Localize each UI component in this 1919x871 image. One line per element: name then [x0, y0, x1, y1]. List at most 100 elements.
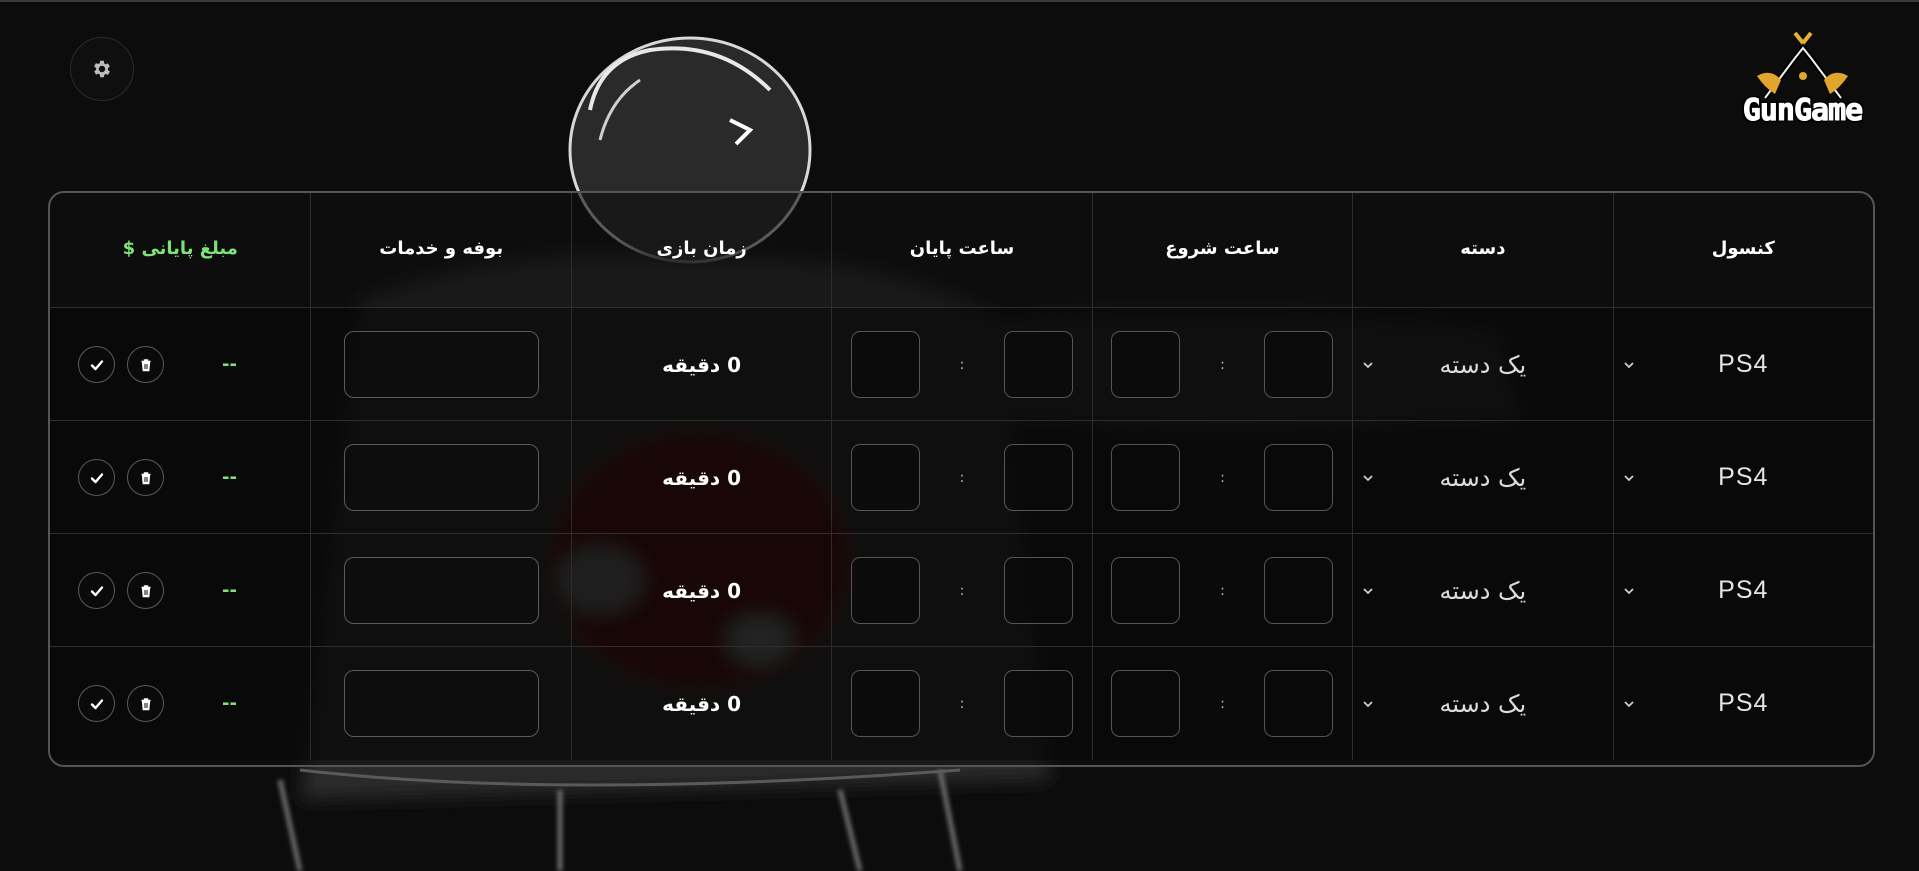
table-row: PS4 یک دسته : : 0 دقیقه --: [50, 420, 1873, 534]
header-console: کنسول: [1612, 193, 1873, 307]
row-actions: [78, 459, 165, 496]
final-amount-cell: --: [50, 647, 310, 760]
time-separator: :: [1220, 469, 1225, 486]
end-hour-input[interactable]: [1004, 670, 1074, 737]
play-time-value: 0 دقیقه: [662, 691, 742, 716]
trash-icon: [141, 584, 151, 597]
play-time-value: 0 دقیقه: [662, 465, 742, 490]
play-time-cell: 0 دقیقه: [570, 534, 831, 647]
end-hour-input[interactable]: [1004, 331, 1074, 398]
controller-select[interactable]: یک دسته: [1352, 534, 1612, 647]
services-cell: [310, 534, 570, 647]
confirm-button[interactable]: [78, 685, 116, 722]
chevron-down-icon: [1623, 587, 1634, 594]
services-input[interactable]: [343, 331, 539, 398]
trash-icon: [141, 358, 151, 371]
final-amount-cell: --: [50, 308, 310, 421]
services-input[interactable]: [343, 670, 539, 737]
delete-button[interactable]: [127, 685, 165, 722]
end-time-cell: :: [831, 308, 1091, 421]
end-minute-input[interactable]: [851, 557, 921, 624]
start-hour-input[interactable]: [1264, 444, 1334, 511]
console-select[interactable]: PS4: [1612, 308, 1873, 421]
chevron-down-icon: [1623, 474, 1634, 481]
delete-button[interactable]: [127, 459, 165, 496]
start-hour-input[interactable]: [1264, 557, 1334, 624]
play-time-value: 0 دقیقه: [662, 352, 742, 377]
header-final-amount: مبلغ پایانی $: [50, 193, 310, 307]
start-time-cell: :: [1091, 534, 1352, 647]
start-hour-input[interactable]: [1264, 670, 1334, 737]
chevron-down-icon: [1363, 474, 1373, 481]
row-actions: [78, 572, 165, 609]
services-input[interactable]: [343, 557, 539, 624]
console-value: PS4: [1718, 689, 1769, 717]
confirm-button[interactable]: [78, 346, 116, 383]
logo-text: GunGame: [1742, 93, 1863, 129]
time-separator: :: [959, 469, 965, 486]
start-minute-input[interactable]: [1111, 670, 1181, 737]
time-separator: :: [959, 582, 965, 599]
console-value: PS4: [1718, 350, 1769, 378]
play-time-cell: 0 دقیقه: [570, 647, 831, 760]
controller-select[interactable]: یک دسته: [1352, 647, 1612, 760]
end-minute-input[interactable]: [851, 444, 921, 511]
console-select[interactable]: PS4: [1612, 421, 1873, 534]
header-play-time: زمان بازی: [570, 193, 831, 307]
trash-icon: [141, 697, 151, 710]
end-hour-input[interactable]: [1004, 557, 1074, 624]
controller-value: یک دسته: [1439, 350, 1527, 379]
delete-button[interactable]: [127, 346, 165, 383]
check-icon: [90, 359, 104, 370]
header-controller: دسته: [1352, 193, 1612, 307]
end-hour-input[interactable]: [1004, 444, 1074, 511]
controller-value: یک دسته: [1439, 576, 1527, 605]
chevron-down-icon: [1623, 361, 1634, 368]
start-time-cell: :: [1091, 421, 1352, 534]
console-select[interactable]: PS4: [1612, 534, 1873, 647]
controller-select[interactable]: یک دسته: [1352, 308, 1612, 421]
confirm-button[interactable]: [78, 459, 116, 496]
console-select[interactable]: PS4: [1612, 647, 1873, 760]
confirm-button[interactable]: [78, 572, 116, 609]
check-icon: [90, 698, 104, 709]
chevron-down-icon: [1363, 587, 1373, 594]
console-value: PS4: [1718, 576, 1769, 604]
start-time-cell: :: [1091, 647, 1352, 760]
delete-button[interactable]: [127, 572, 165, 609]
header-end-time: ساعت پایان: [831, 193, 1091, 307]
start-hour-input[interactable]: [1264, 331, 1334, 398]
time-separator: :: [1220, 695, 1225, 712]
time-separator: :: [1220, 582, 1225, 599]
play-time-value: 0 دقیقه: [662, 578, 742, 603]
start-minute-input[interactable]: [1111, 444, 1181, 511]
final-amount-value: --: [221, 693, 237, 714]
time-separator: :: [1220, 356, 1225, 373]
final-amount-header-label: مبلغ پایانی $: [122, 238, 238, 259]
play-time-cell: 0 دقیقه: [570, 421, 831, 534]
controller-select[interactable]: یک دسته: [1352, 421, 1612, 534]
final-amount-cell: --: [50, 421, 310, 534]
table-header: کنسول دسته ساعت شروع ساعت پایان زمان باز…: [50, 193, 1873, 307]
settings-button[interactable]: [70, 37, 134, 101]
check-icon: [90, 585, 104, 596]
start-minute-input[interactable]: [1111, 331, 1181, 398]
services-cell: [310, 421, 570, 534]
start-time-cell: :: [1091, 308, 1352, 421]
end-minute-input[interactable]: [851, 331, 921, 398]
chevron-down-icon: [1363, 361, 1373, 368]
play-time-cell: 0 دقیقه: [570, 308, 831, 421]
check-icon: [90, 472, 104, 483]
services-input[interactable]: [343, 444, 539, 511]
header-start-time: ساعت شروع: [1091, 193, 1352, 307]
end-minute-input[interactable]: [851, 670, 921, 737]
sessions-table: کنسول دسته ساعت شروع ساعت پایان زمان باز…: [48, 191, 1875, 767]
services-cell: [310, 308, 570, 421]
row-actions: [78, 685, 165, 722]
start-minute-input[interactable]: [1111, 557, 1181, 624]
end-time-cell: :: [831, 647, 1091, 760]
gungame-logo: GunGame: [1735, 28, 1870, 138]
header-services: بوفه و خدمات: [310, 193, 570, 307]
end-time-cell: :: [831, 421, 1091, 534]
gear-icon: [94, 60, 110, 78]
